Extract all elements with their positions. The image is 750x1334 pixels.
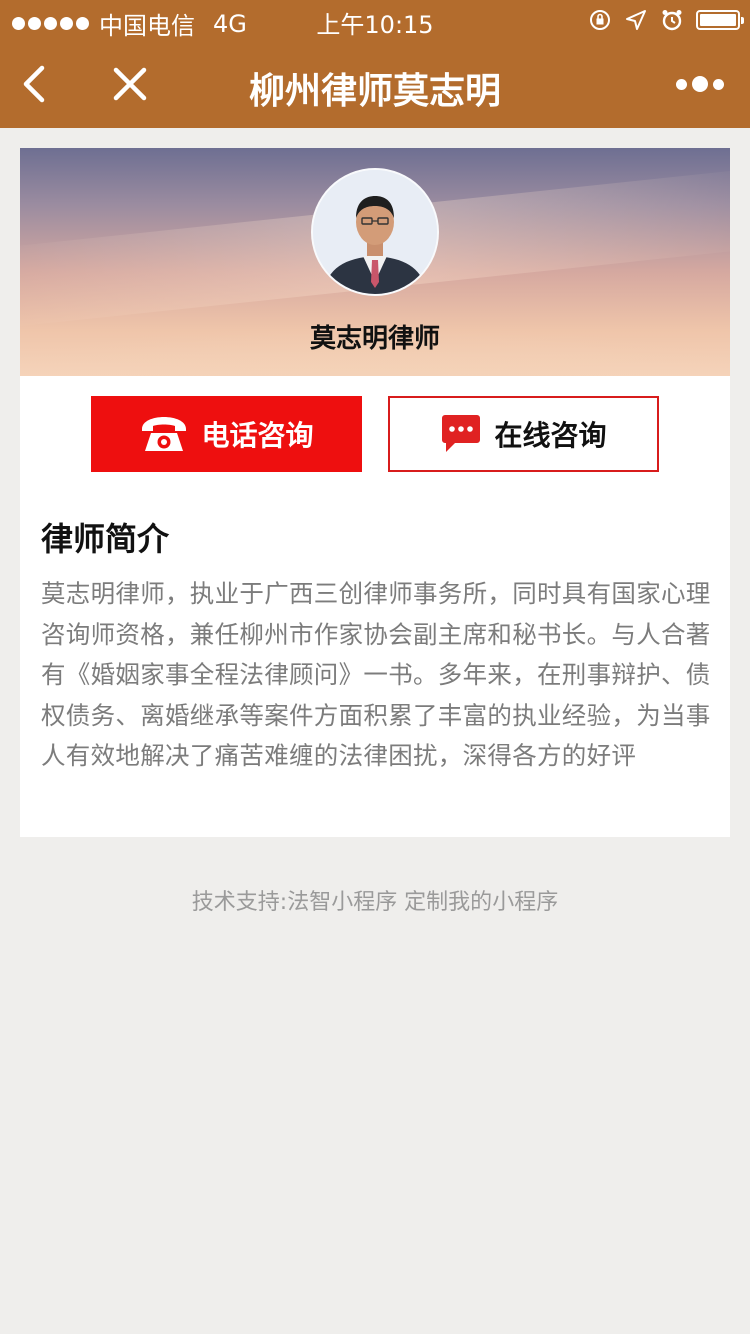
rotation-lock-icon [590,10,610,30]
tech-support-footer[interactable]: 技术支持:法智小程序 定制我的小程序 [0,884,750,916]
nav-bar: 柳州律师莫志明 [0,40,750,128]
intro-text: 莫志明律师，执业于广西三创律师事务所，同时具有国家心理咨询师资格，兼任柳州市作家… [41,579,711,770]
page-title: 柳州律师莫志明 [248,71,501,112]
more-icon[interactable] [676,72,724,96]
telephone-icon [142,417,187,451]
lawyer-portrait-image [313,170,437,294]
alarm-icon [662,10,682,31]
lawyer-name: 莫志明律师 [309,324,440,354]
status-right [588,8,744,32]
profile-banner: 莫志明律师 [20,148,730,376]
lawyer-card: 莫志明律师 电话咨询 在线咨询 律师简介 莫志明律师，执业于广西三创律师事务所，… [20,148,730,837]
online-consult-button[interactable]: 在线咨询 [388,396,659,472]
phone-consult-button[interactable]: 电话咨询 [91,396,362,472]
status-bar: 中国电信 4G 上午10:15 [0,0,750,40]
avatar [311,168,439,296]
intro-heading: 律师简介 [41,520,170,558]
chat-bubble-icon [442,415,481,452]
online-consult-label: 在线咨询 [494,419,607,452]
battery-icon [696,10,744,30]
phone-consult-label: 电话咨询 [201,419,314,452]
location-arrow-icon [626,10,646,30]
